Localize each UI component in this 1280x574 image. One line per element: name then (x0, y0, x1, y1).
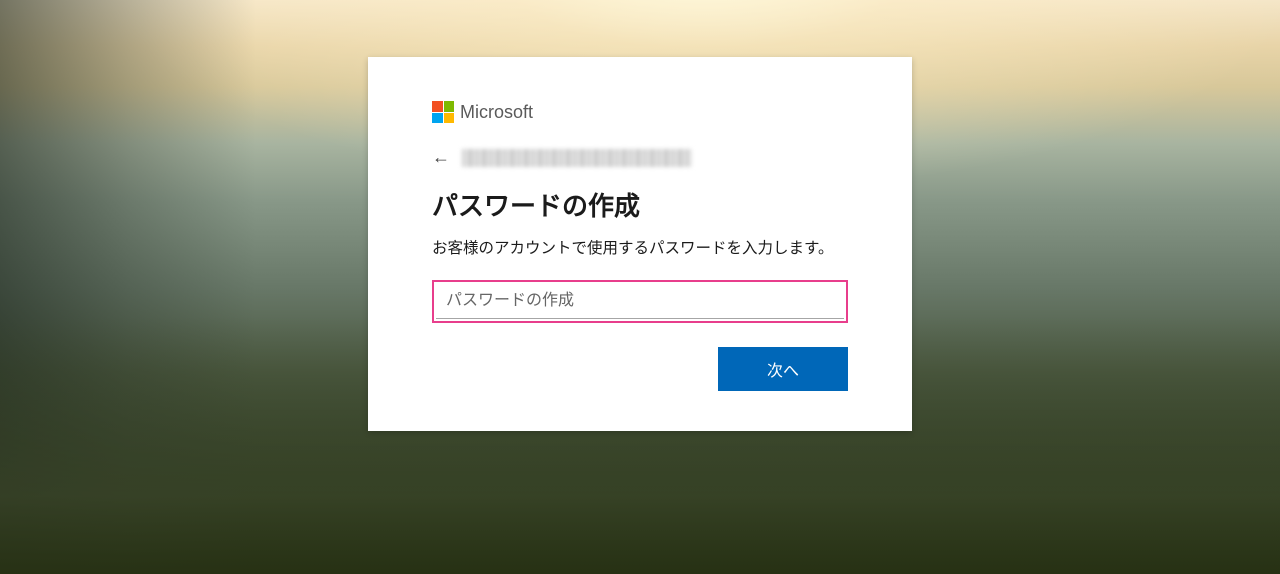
password-input[interactable] (436, 284, 844, 319)
back-arrow-icon[interactable]: ← (432, 147, 450, 168)
signup-card: Microsoft ← パスワードの作成 お客様のアカウントで使用するパスワード… (368, 57, 912, 431)
page-description: お客様のアカウントで使用するパスワードを入力します。 (432, 237, 848, 262)
identity-row: ← (432, 147, 848, 168)
next-button[interactable]: 次へ (718, 347, 848, 391)
brand-name: Microsoft (460, 102, 533, 123)
page-title: パスワードの作成 (432, 186, 848, 223)
microsoft-logo-icon (432, 101, 454, 123)
password-input-highlight (432, 280, 848, 323)
button-row: 次へ (432, 347, 848, 391)
background-overlay (0, 0, 256, 574)
brand-row: Microsoft (432, 101, 848, 123)
identity-blurred (462, 149, 692, 167)
